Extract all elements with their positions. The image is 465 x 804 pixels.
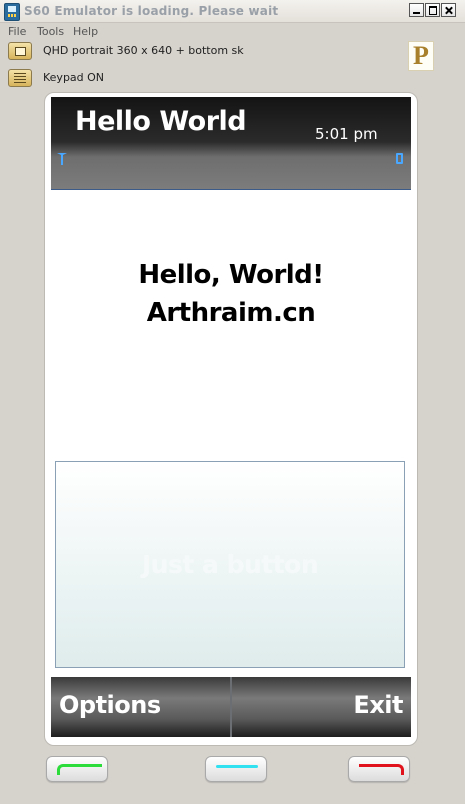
call-key-icon xyxy=(57,764,102,775)
signal-icon xyxy=(57,153,67,165)
end-key-icon xyxy=(359,764,404,775)
menu-help[interactable]: Help xyxy=(73,25,98,38)
window-title-bar[interactable]: S60 Emulator is loading. Please wait xyxy=(0,0,465,23)
call-key-button[interactable] xyxy=(46,756,108,782)
site-label: Arthraim.cn xyxy=(146,298,316,328)
battery-icon xyxy=(396,153,403,164)
window-title: S60 Emulator is loading. Please wait xyxy=(24,4,279,18)
keypad-label: Keypad ON xyxy=(43,71,105,84)
content-area: Hello, World! Arthraim.cn Just a button xyxy=(51,190,411,677)
just-a-button[interactable]: Just a button xyxy=(55,461,405,668)
layout-label: QHD portrait 360 x 640 + bottom sk xyxy=(43,44,244,57)
p-logo-icon: P xyxy=(408,41,434,71)
maximize-button[interactable] xyxy=(425,3,440,17)
layout-toggle-button[interactable] xyxy=(8,42,32,60)
softkey-divider xyxy=(230,677,232,737)
end-key-button[interactable] xyxy=(348,756,410,782)
app-title: Hello World xyxy=(75,106,247,137)
exit-softkey[interactable]: Exit xyxy=(353,691,403,719)
menu-key-button[interactable] xyxy=(205,756,267,782)
menu-bar: File Tools Help xyxy=(0,22,465,40)
close-button[interactable] xyxy=(441,3,456,17)
softkey-bar: Options Exit xyxy=(51,677,411,737)
phone-screen: Hello World 5:01 pm Hello, World! Arthra… xyxy=(51,97,411,737)
keypad-toggle-button[interactable] xyxy=(8,69,32,87)
hello-label: Hello, World! xyxy=(138,260,324,290)
options-softkey[interactable]: Options xyxy=(59,691,161,719)
clock: 5:01 pm xyxy=(315,125,378,143)
emulator-app-icon xyxy=(4,3,20,21)
status-pane: Hello World 5:01 pm xyxy=(51,97,411,190)
menu-file[interactable]: File xyxy=(8,25,26,38)
just-a-button-label: Just a button xyxy=(141,550,319,579)
menu-tools[interactable]: Tools xyxy=(37,25,64,38)
minimize-button[interactable] xyxy=(409,3,424,17)
menu-key-icon xyxy=(216,765,258,768)
